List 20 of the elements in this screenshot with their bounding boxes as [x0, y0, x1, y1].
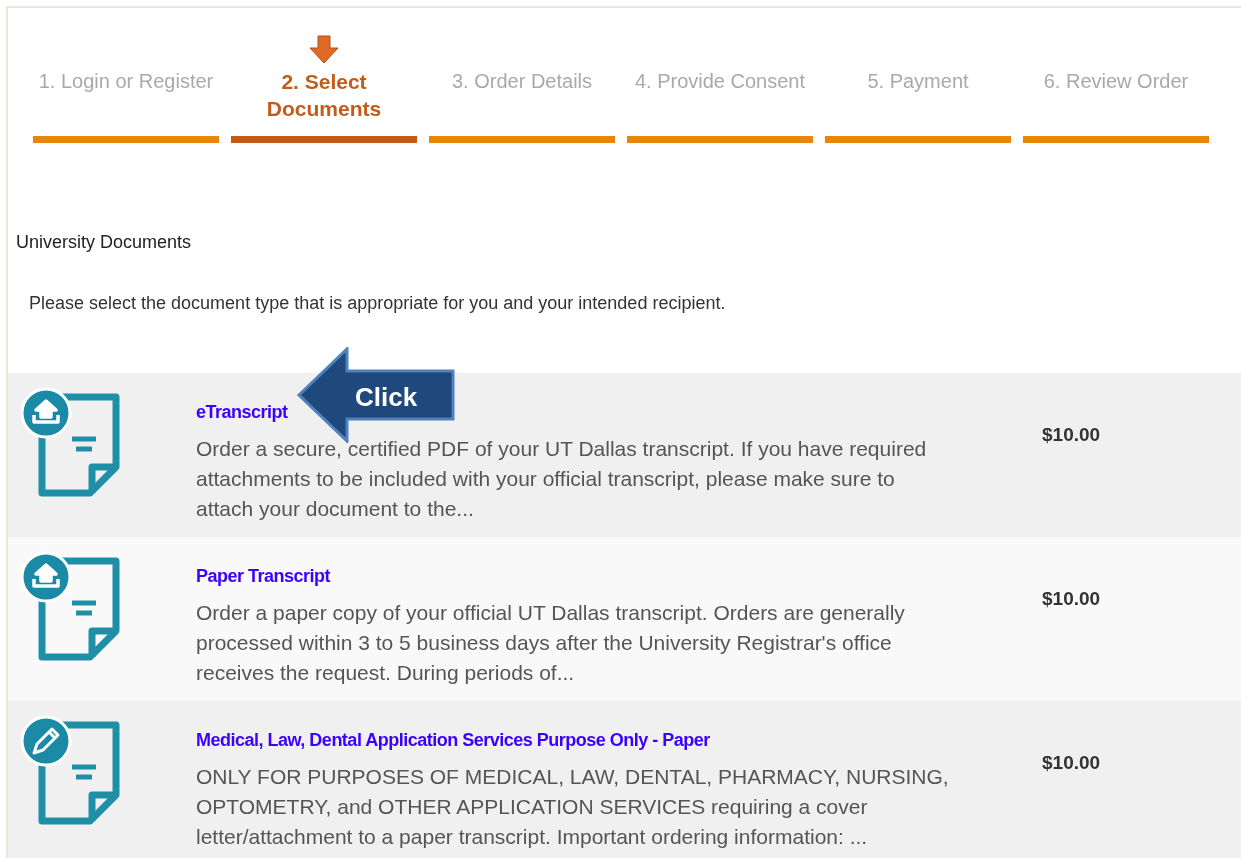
price: $10.00	[1042, 424, 1101, 445]
section-title: University Documents	[16, 232, 192, 252]
document-row[interactable]	[8, 701, 1241, 858]
step-label[interactable]: 1. Login or Register	[37, 68, 215, 95]
step-label[interactable]: 3. Order Details	[433, 68, 611, 95]
document-link[interactable]: eTranscript	[196, 402, 288, 422]
down-arrow-icon	[308, 34, 340, 64]
step-label[interactable]: 5. Payment	[829, 68, 1007, 95]
step-label[interactable]: 4. Provide Consent	[631, 68, 809, 95]
document-description: Order a paper copy of your official UT Dallas transcript. Orders are generally processed within 3 to 5 business days after the University Registrar's office receives the request. During periods of...	[196, 600, 906, 686]
document-description: ONLY FOR PURPOSES OF MEDICAL, LAW, DENTAL, PHARMACY, NURSING, OPTOMETRY, and OTHER APPLICATION SERVICES requiring a cover letter/attachment to a paper transcript. Important ordering information: ...	[196, 764, 950, 850]
step-label[interactable]: 6. Review Order	[1027, 68, 1205, 95]
document-link[interactable]: Medical, Law, Dental Application Services Purpose Only - Paper	[196, 730, 710, 750]
document-row[interactable]	[8, 373, 1241, 537]
price: $10.00	[1042, 752, 1101, 773]
document-row[interactable]	[8, 537, 1241, 701]
price: $10.00	[1042, 588, 1101, 609]
document-link[interactable]: Paper Transcript	[196, 566, 331, 586]
step-label[interactable]: 2. Select Documents	[239, 68, 409, 122]
instructions-text: Please select the document type that is appropriate for you and your intended recipient.	[29, 293, 726, 313]
